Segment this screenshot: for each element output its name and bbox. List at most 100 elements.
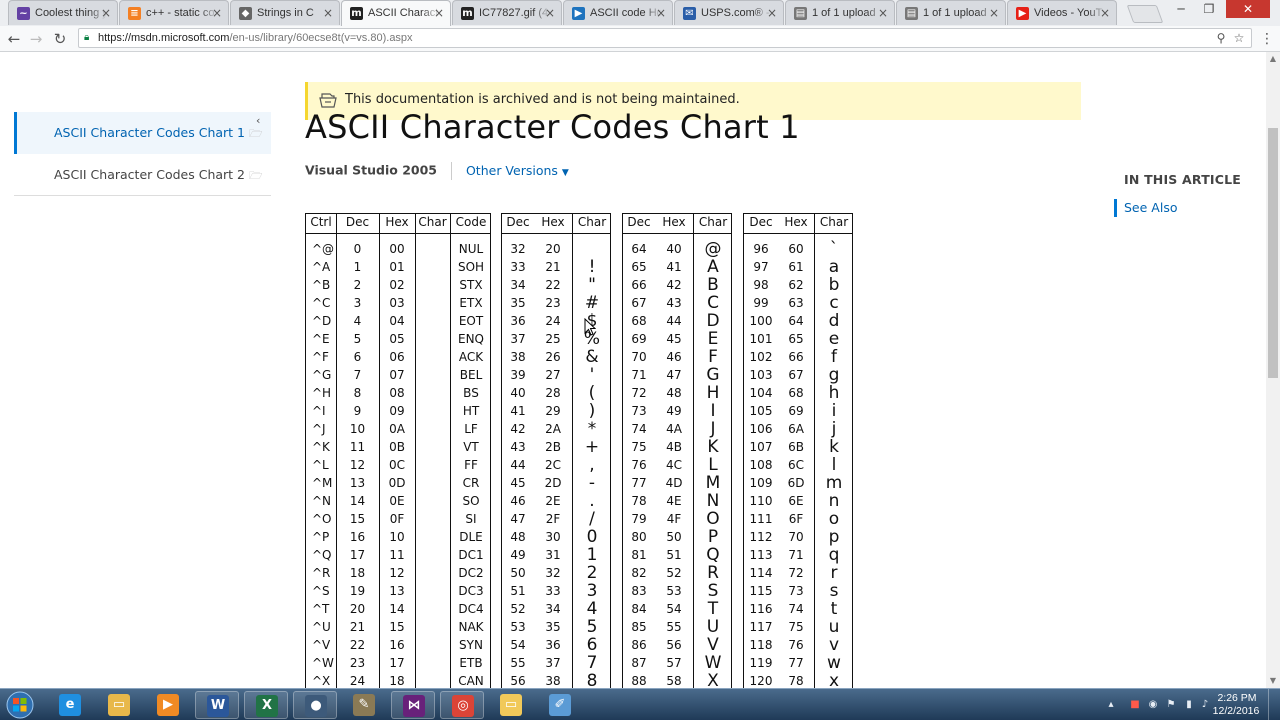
tab-close-icon[interactable]: × bbox=[654, 6, 668, 20]
tab-title: ASCII code Ho bbox=[590, 7, 662, 19]
forward-arrow-icon[interactable]: → bbox=[26, 29, 46, 49]
tab-close-icon[interactable]: × bbox=[543, 6, 557, 20]
show-desktop-button[interactable] bbox=[1268, 689, 1280, 720]
reload-icon[interactable]: ↻ bbox=[50, 29, 70, 49]
taskbar-app-button[interactable]: ▭ bbox=[489, 691, 533, 719]
browser-tab[interactable]: ≡ c++ - static co × bbox=[119, 0, 229, 25]
scrollbar-thumb[interactable] bbox=[1268, 128, 1278, 378]
taskbar-app-button[interactable]: ⋈ bbox=[391, 691, 435, 719]
ascii-hex-cell: 06 bbox=[389, 350, 405, 364]
tray-app-icon[interactable]: ◉ bbox=[1146, 698, 1160, 711]
tray-alert-icon[interactable]: ■ bbox=[1128, 698, 1142, 711]
ascii-ctrl-cell: ^Q bbox=[312, 548, 332, 562]
browser-tab[interactable]: m IC77827.gif (4 × bbox=[452, 0, 562, 25]
tab-close-icon[interactable]: × bbox=[987, 6, 1001, 20]
taskbar-app-button[interactable]: ▭ bbox=[97, 691, 141, 719]
browser-tab[interactable]: ▶ ASCII code Ho × bbox=[563, 0, 673, 25]
taskbar-app-button[interactable]: ▶ bbox=[146, 691, 190, 719]
toc-item[interactable]: ASCII Character Codes Chart 1 🗁︎ bbox=[14, 112, 271, 154]
maximize-icon[interactable]: ❐ bbox=[1196, 0, 1222, 18]
ascii-char-cell: - bbox=[588, 473, 596, 493]
ascii-hex-cell: 2E bbox=[545, 494, 561, 508]
see-also-link[interactable]: See Also bbox=[1114, 199, 1241, 217]
browser-tab[interactable]: ◆ Strings in C × bbox=[230, 0, 340, 25]
ascii-dec-cell: 18 bbox=[349, 566, 366, 580]
tab-title: Coolest thing y bbox=[35, 7, 107, 19]
vertical-scrollbar[interactable]: ▲ ▼ bbox=[1266, 52, 1280, 688]
taskbar-app-button[interactable]: ● bbox=[293, 691, 337, 719]
network-icon[interactable]: ▮ bbox=[1182, 698, 1196, 711]
ascii-hex-cell: 51 bbox=[666, 548, 682, 562]
clock-date[interactable]: 12/2/2016 bbox=[1208, 705, 1264, 717]
ascii-hex-cell: 64 bbox=[788, 314, 804, 328]
ascii-hex-cell: 55 bbox=[666, 620, 682, 634]
usps-icon: ✉ bbox=[683, 7, 696, 20]
tab-close-icon[interactable]: × bbox=[1098, 6, 1112, 20]
ascii-table-block1: Ctrl Dec Hex Char Code ^@ ^A ^B ^C ^D ^E ^F ^G ^H ^I ^J… bbox=[305, 213, 491, 688]
collapse-toc-icon[interactable]: ‹ bbox=[256, 114, 260, 127]
ascii-hex-cell: 2F bbox=[545, 512, 561, 526]
show-hidden-icons-icon[interactable]: ▴ bbox=[1104, 698, 1118, 711]
tab-close-icon[interactable]: × bbox=[765, 6, 779, 20]
other-versions-link[interactable]: Other Versions ▼ bbox=[466, 163, 569, 178]
bookmark-star-icon[interactable]: ☆ bbox=[1231, 31, 1247, 45]
taskbar-app-button[interactable]: X bbox=[244, 691, 288, 719]
ascii-char-cell: d bbox=[828, 311, 840, 331]
tab-close-icon[interactable]: × bbox=[210, 6, 224, 20]
tab-close-icon[interactable]: × bbox=[321, 6, 335, 20]
ascii-hex-cell: 34 bbox=[545, 602, 561, 616]
taskbar-app-button[interactable]: ✎ bbox=[342, 691, 386, 719]
browser-tab[interactable]: ~ Coolest thing y × bbox=[8, 0, 118, 25]
tab-close-icon[interactable]: × bbox=[99, 6, 113, 20]
taskbar-app-button[interactable]: e bbox=[48, 691, 92, 719]
ascii-char-cell: P bbox=[707, 527, 719, 547]
address-bar[interactable]: 🔒︎ https://msdn.microsoft.com/en-us/libr… bbox=[78, 28, 1252, 48]
scroll-down-icon[interactable]: ▼ bbox=[1266, 674, 1280, 688]
toc-item-label: ASCII Character Codes Chart 2 bbox=[54, 167, 246, 182]
document-icon: ▤ bbox=[794, 7, 807, 20]
ascii-hex-cell: 67 bbox=[788, 368, 804, 382]
browser-tab[interactable]: ▤ 1 of 1 upload × bbox=[785, 0, 895, 25]
window-close-icon[interactable]: ✕ bbox=[1226, 0, 1270, 18]
clock-time[interactable]: 2:26 PM bbox=[1212, 692, 1262, 704]
taskbar-app-button[interactable]: ✐ bbox=[538, 691, 582, 719]
ascii-hex-cell: 41 bbox=[666, 260, 682, 274]
taskbar-app-button[interactable]: ◎ bbox=[440, 691, 484, 719]
ascii-code-cell: DC3 bbox=[458, 584, 484, 598]
ascii-code-cell: CR bbox=[462, 476, 480, 490]
ascii-dec-cell: 23 bbox=[349, 656, 366, 670]
tab-close-icon[interactable]: × bbox=[876, 6, 890, 20]
ascii-hex-cell: 14 bbox=[389, 602, 405, 616]
scroll-up-icon[interactable]: ▲ bbox=[1266, 52, 1280, 66]
browser-tab[interactable]: ✉ USPS.com® - × bbox=[674, 0, 784, 25]
tab-close-icon[interactable]: × bbox=[432, 6, 446, 20]
ascii-hex-cell: 0E bbox=[389, 494, 405, 508]
ascii-char-cell: I bbox=[710, 401, 716, 421]
browser-tab[interactable]: ▶ Videos - YouT × bbox=[1007, 0, 1117, 25]
browser-tab[interactable]: ▤ 1 of 1 upload × bbox=[896, 0, 1006, 25]
ascii-ctrl-cell: ^R bbox=[312, 566, 331, 580]
browser-tab[interactable]: m ASCII Characte × bbox=[341, 0, 451, 26]
ascii-dec-cell: 82 bbox=[631, 566, 647, 580]
zoom-icon[interactable]: ⚲ bbox=[1213, 31, 1229, 45]
toc-item[interactable]: ASCII Character Codes Chart 2 🗁︎ bbox=[14, 154, 271, 196]
ascii-ctrl-cell: ^E bbox=[312, 332, 330, 346]
ascii-hex-cell: 49 bbox=[666, 404, 682, 418]
stackoverflow-icon: ≡ bbox=[128, 7, 141, 20]
taskbar-app-button[interactable]: W bbox=[195, 691, 239, 719]
minimize-icon[interactable]: ─ bbox=[1168, 0, 1194, 18]
back-arrow-icon[interactable]: ← bbox=[4, 29, 24, 49]
diamond-site-icon: ◆ bbox=[239, 7, 252, 20]
ascii-dec-cell: 101 bbox=[749, 332, 773, 346]
windows-start-icon[interactable] bbox=[4, 690, 36, 720]
ascii-hex-cell: 75 bbox=[788, 620, 804, 634]
ascii-hex-cell: 45 bbox=[666, 332, 682, 346]
tray-flag-icon[interactable]: ⚑ bbox=[1164, 698, 1178, 711]
menu-icon[interactable]: ⋮ bbox=[1257, 29, 1277, 49]
ascii-hex-cell: 70 bbox=[788, 530, 804, 544]
ascii-code-cell: DLE bbox=[459, 530, 483, 544]
ascii-ctrl-cell: ^K bbox=[312, 440, 330, 454]
ascii-char-cell: H bbox=[706, 383, 720, 403]
ascii-dec-cell: 64 bbox=[631, 242, 647, 256]
new-tab-button[interactable] bbox=[1126, 5, 1164, 23]
